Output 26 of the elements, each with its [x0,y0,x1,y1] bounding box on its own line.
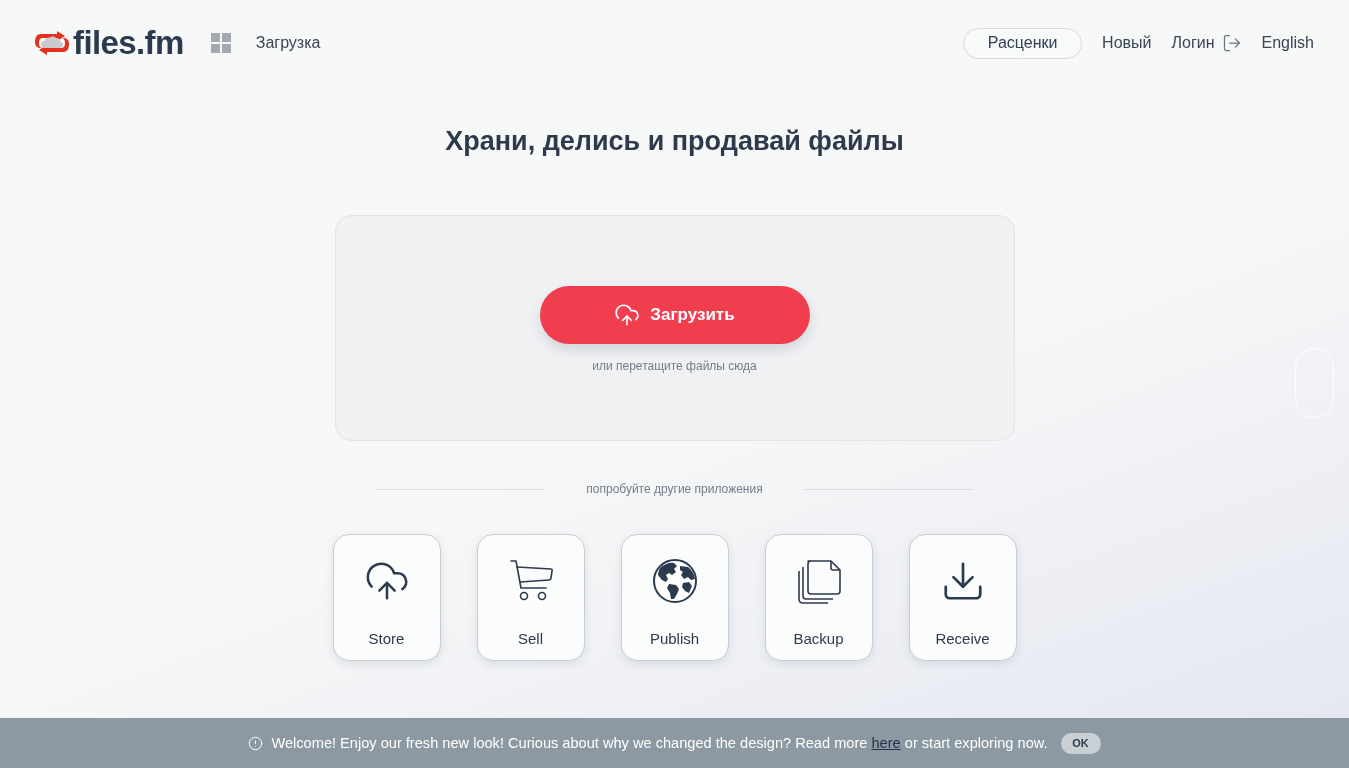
notice-text: Welcome! Enjoy our fresh new look! Curious about why we changed the design? Read more here or start exploring now. [271,735,1048,751]
nav-link[interactable]: Загрузка [255,34,321,52]
upload-drop-zone[interactable]: Загрузить или перетащите файлы сюда [334,215,1015,441]
globe-icon [651,558,698,604]
copy-files-icon [795,558,842,604]
app-card[interactable]: Sell [476,534,585,661]
app-card[interactable]: Receive [908,534,1017,661]
logo-icon [35,30,69,56]
upload-button[interactable]: Загрузить [539,286,810,344]
logo-wordmark[interactable]: files.fm [73,24,184,62]
apps-grid-icon[interactable] [210,33,231,53]
pricing-button[interactable]: Расценки [963,27,1083,59]
info-icon [248,735,264,751]
here-link[interactable]: here [871,735,901,751]
apps-divider-label: попробуйте другие приложения [586,481,763,497]
header-link[interactable]: English [1261,34,1314,52]
ok-button[interactable]: OK [1060,732,1101,754]
page-title: Храни, делись и продавай файлы [445,125,904,158]
drop-hint: или перетащите файлы сюда [592,358,757,374]
header-link[interactable]: Новый [1102,34,1152,52]
login-link[interactable]: Логин [1171,33,1242,53]
app-card[interactable]: Publish [620,534,729,661]
app-card[interactable]: Backup [764,534,873,661]
app-card[interactable]: Store [332,534,441,661]
login-icon [1221,33,1242,53]
cloud-upload-icon [614,302,641,328]
